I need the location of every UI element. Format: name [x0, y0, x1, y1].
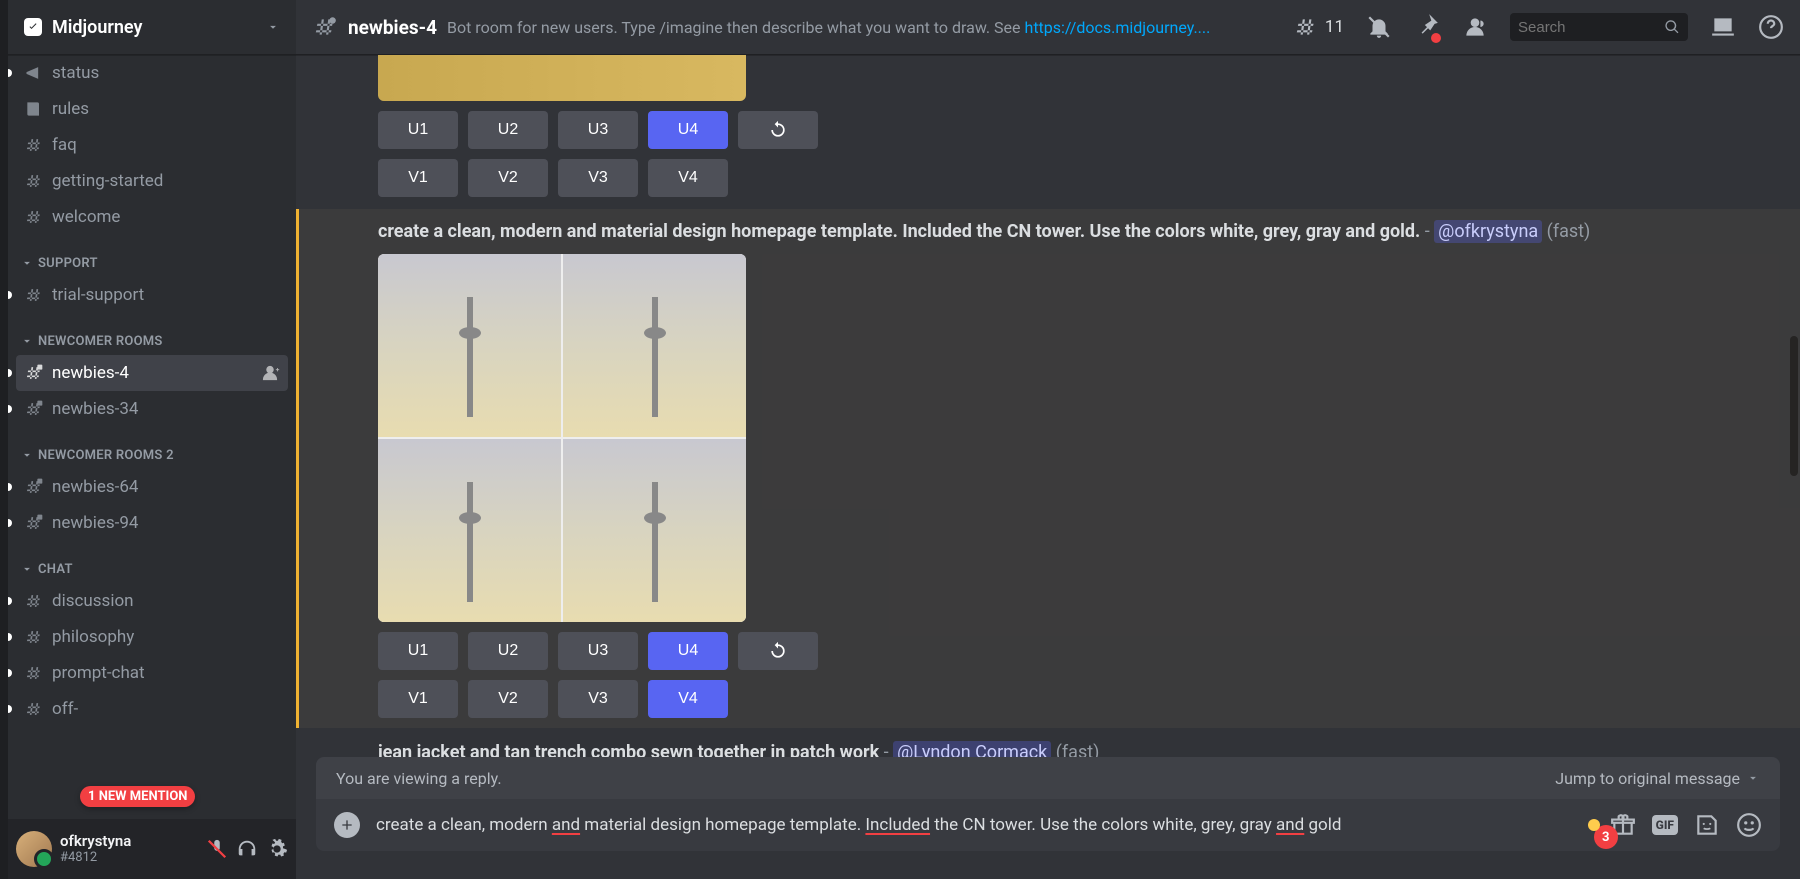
mj-button-v3[interactable]: V3	[558, 680, 638, 718]
mj-reroll-button[interactable]	[738, 632, 818, 670]
user-name: ofkrystyna	[60, 833, 198, 850]
channel-off-[interactable]: off-	[16, 691, 288, 727]
reply-label: You are viewing a reply.	[336, 769, 502, 788]
mj-button-v1[interactable]: V1	[378, 680, 458, 718]
mic-muted-icon[interactable]	[206, 838, 228, 860]
message-text: jean jacket and tan trench combo sewn to…	[378, 740, 1780, 757]
search-input[interactable]	[1518, 19, 1664, 36]
notifications-icon[interactable]	[1366, 14, 1392, 40]
chevron-down-icon	[266, 20, 280, 34]
channel-discussion[interactable]: discussion	[16, 583, 288, 619]
headphones-icon[interactable]	[236, 838, 258, 860]
channel-list: statusrulesfaqgetting-startedwelcome SUPP…	[8, 55, 296, 819]
mention[interactable]: @Lyndon Cormack	[893, 741, 1051, 757]
mj-button-v2[interactable]: V2	[468, 680, 548, 718]
mj-button-u2[interactable]: U2	[468, 632, 548, 670]
search-icon	[1664, 18, 1680, 36]
gif-button[interactable]: GIF	[1652, 815, 1678, 835]
channel-newbies-94[interactable]: newbies-94	[16, 505, 288, 541]
threads-button[interactable]: 11	[1293, 14, 1344, 40]
mj-button-u3[interactable]: U3	[558, 111, 638, 149]
sticker-icon[interactable]	[1694, 812, 1720, 838]
mj-button-v4[interactable]: V4	[648, 159, 728, 197]
channel-status[interactable]: status	[16, 55, 288, 91]
emoji-icon[interactable]	[1736, 812, 1762, 838]
message: jean jacket and tan trench combo sewn to…	[296, 728, 1800, 757]
topic-link[interactable]: https://docs.midjourney....	[1025, 18, 1211, 37]
image-thumbnail[interactable]	[378, 254, 746, 622]
channel-newbies-34[interactable]: newbies-34	[16, 391, 288, 427]
message-composer[interactable]: create a clean, modern and material desi…	[316, 799, 1780, 851]
pinned-icon[interactable]	[1414, 12, 1440, 42]
channel-faq[interactable]: faq	[16, 127, 288, 163]
verified-icon	[24, 18, 42, 36]
user-tag: #4812	[60, 850, 198, 865]
channel-trial-support[interactable]: trial-support	[16, 277, 288, 313]
channel-topic[interactable]: Bot room for new users. Type /imagine th…	[447, 18, 1210, 37]
help-icon[interactable]	[1758, 14, 1784, 40]
channel-header: newbies-4 Bot room for new users. Type /…	[296, 0, 1800, 55]
user-panel: ofkrystyna #4812	[8, 819, 296, 879]
hash-lock-icon	[312, 14, 338, 40]
image-thumbnail[interactable]	[378, 55, 746, 101]
channel-newbies-4[interactable]: newbies-4	[16, 355, 288, 391]
new-mention-pill[interactable]: 1 NEW MENTION	[80, 786, 195, 807]
mj-button-u2[interactable]: U2	[468, 111, 548, 149]
channel-newbies-64[interactable]: newbies-64	[16, 469, 288, 505]
server-name: Midjourney	[52, 17, 266, 38]
mj-button-u3[interactable]: U3	[558, 632, 638, 670]
channel-rules[interactable]: rules	[16, 91, 288, 127]
search-box[interactable]	[1510, 13, 1688, 41]
avatar[interactable]	[16, 831, 52, 867]
mj-button-v4[interactable]: V4	[648, 680, 728, 718]
category-header[interactable]: NEWCOMER ROOMS	[16, 327, 288, 355]
message-text: create a clean, modern and material desi…	[378, 219, 1780, 244]
channel-getting-started[interactable]: getting-started	[16, 163, 288, 199]
mj-reroll-button[interactable]	[738, 111, 818, 149]
chevron-down-icon	[1746, 771, 1760, 785]
category-header[interactable]: NEWCOMER ROOMS 2	[16, 441, 288, 469]
mj-button-u1[interactable]: U1	[378, 111, 458, 149]
jump-original-button[interactable]: Jump to original message	[1555, 769, 1760, 788]
mj-button-u4[interactable]: U4	[648, 632, 728, 670]
settings-icon[interactable]	[266, 838, 288, 860]
mj-button-u1[interactable]: U1	[378, 632, 458, 670]
message-feed: U1 U2 U3 U4 V1 V2 V3 V4 create a clean, modern…	[296, 55, 1800, 757]
members-icon[interactable]	[1462, 14, 1488, 40]
inbox-icon[interactable]	[1710, 14, 1736, 40]
category-header[interactable]: SUPPORT	[16, 249, 288, 277]
attach-button[interactable]	[334, 812, 360, 838]
message-highlighted: create a clean, modern and material desi…	[296, 209, 1800, 728]
server-header[interactable]: Midjourney	[8, 0, 296, 55]
channel-name: newbies-4	[348, 16, 437, 39]
mj-button-v1[interactable]: V1	[378, 159, 458, 197]
mention[interactable]: @ofkrystyna	[1434, 220, 1542, 243]
channel-welcome[interactable]: welcome	[16, 199, 288, 235]
mj-button-v2[interactable]: V2	[468, 159, 548, 197]
category-header[interactable]: CHAT	[16, 555, 288, 583]
channel-prompt-chat[interactable]: prompt-chat	[16, 655, 288, 691]
add-person-icon[interactable]	[260, 363, 280, 383]
mj-button-v3[interactable]: V3	[558, 159, 638, 197]
reply-bar: You are viewing a reply. Jump to origina…	[316, 757, 1780, 799]
channel-philosophy[interactable]: philosophy	[16, 619, 288, 655]
mj-button-u4[interactable]: U4	[648, 111, 728, 149]
composer-input[interactable]: create a clean, modern and material desi…	[376, 815, 1578, 835]
threads-icon	[1293, 14, 1319, 40]
